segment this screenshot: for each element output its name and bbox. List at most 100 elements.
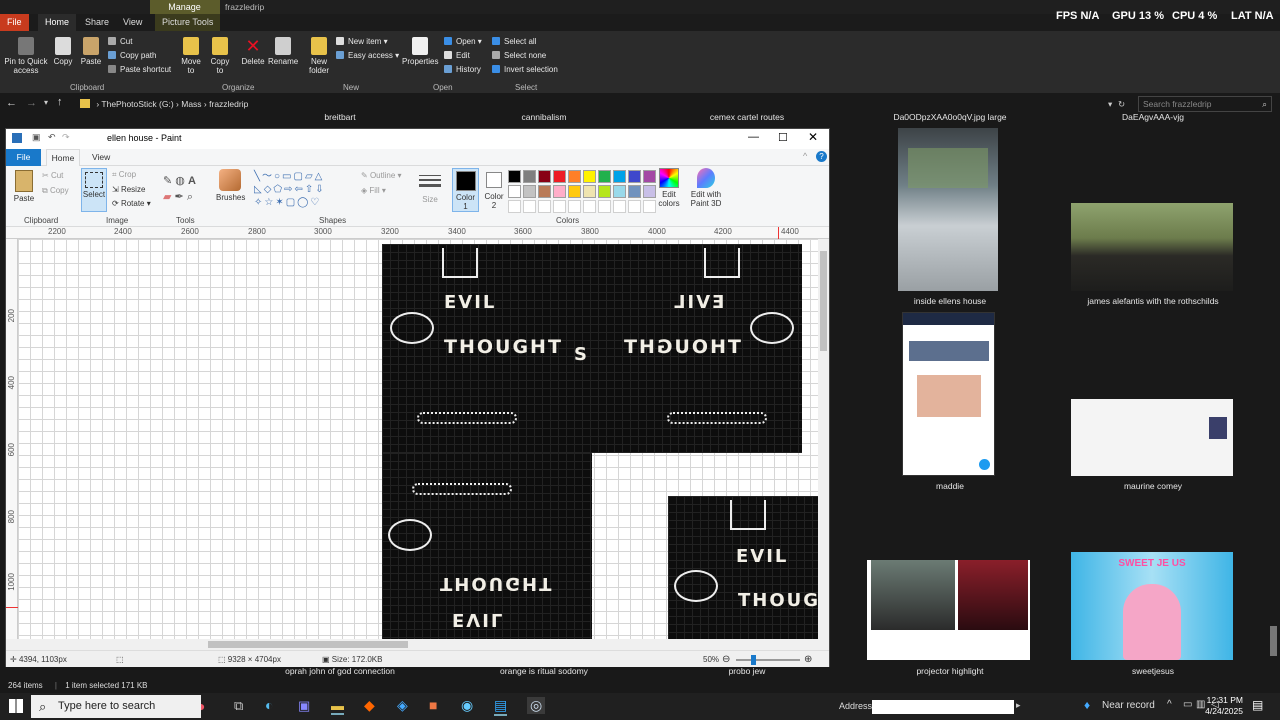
breadcrumb[interactable]: › ThePhotoStick (G:) › Mass › frazzledri… <box>80 96 1128 112</box>
palette-swatch[interactable] <box>568 170 581 183</box>
tab-picture-tools[interactable]: Picture Tools <box>155 14 221 31</box>
tray-chevron-icon[interactable]: ^ <box>1167 699 1172 710</box>
paint-taskbar-icon[interactable]: ▤ <box>494 697 508 716</box>
pinned-app-icon[interactable]: ■ <box>429 697 437 713</box>
brushes-button[interactable]: Brushes <box>216 169 245 202</box>
palette-swatch[interactable] <box>598 170 611 183</box>
invert-selection-button[interactable]: Invert selection <box>492 65 558 75</box>
palette-custom-swatch[interactable] <box>598 200 611 213</box>
palette-custom-swatch[interactable] <box>628 200 641 213</box>
redo-icon[interactable]: ↷ <box>62 132 70 143</box>
refresh-icon[interactable]: ↻ <box>1118 96 1125 112</box>
size-button[interactable]: Size <box>416 169 444 204</box>
rename-button[interactable]: Rename <box>268 37 298 66</box>
paint-paste-button[interactable]: Paste <box>12 170 36 203</box>
paint-tab-file[interactable]: File <box>6 149 41 166</box>
file-view-scrollbar[interactable] <box>1270 118 1277 678</box>
fill-bucket-icon[interactable]: ◍ <box>175 175 185 187</box>
forward-arrow-icon[interactable]: → <box>26 97 37 109</box>
tab-share[interactable]: Share <box>78 14 116 31</box>
file-label[interactable]: inside ellens house <box>850 296 1050 306</box>
minimize-icon[interactable]: — <box>748 131 759 143</box>
palette-swatch[interactable] <box>628 185 641 198</box>
palette-custom-swatch[interactable] <box>583 200 596 213</box>
palette-swatch[interactable] <box>628 170 641 183</box>
thumbnail-sweetjesus[interactable]: SWEET JE US <box>1071 552 1233 660</box>
palette-swatch[interactable] <box>613 185 626 198</box>
vertical-scrollbar[interactable] <box>818 239 829 639</box>
color1-button[interactable]: Color 1 <box>452 168 479 212</box>
back-arrow-icon[interactable]: ← <box>6 97 17 109</box>
fill-button[interactable]: ◈ Fill ▾ <box>361 186 386 195</box>
file-label[interactable]: oprah john of god connection <box>240 666 440 676</box>
file-view-scroll-thumb[interactable] <box>1270 626 1277 656</box>
file-label[interactable]: sweetjesus <box>1053 666 1253 676</box>
palette-custom-swatch[interactable] <box>643 200 656 213</box>
zoom-slider-thumb[interactable] <box>751 655 756 665</box>
active-app-icon[interactable]: ◎ <box>527 697 546 714</box>
select-all-button[interactable]: Select all <box>492 37 536 47</box>
pin-quick-access-button[interactable]: Pin to Quick access <box>4 37 48 75</box>
palette-swatch[interactable] <box>538 170 551 183</box>
file-label[interactable]: maurine comey <box>1053 481 1253 491</box>
palette-custom-swatch[interactable] <box>613 200 626 213</box>
tab-home[interactable]: Home <box>38 14 77 31</box>
palette-swatch[interactable] <box>583 170 596 183</box>
file-label[interactable]: cemex cartel routes <box>647 112 847 122</box>
edit-button[interactable]: Edit <box>444 51 470 61</box>
shapes-gallery[interactable]: ╲〜○▭▢▱△ ◺◇⬠⇨⇦⇧⇩ ✧☆✶▢◯♡ <box>254 170 354 210</box>
tab-file[interactable]: File <box>0 14 29 31</box>
edge-icon[interactable]: ◐ <box>265 697 273 713</box>
edit-paint3d-button[interactable]: Edit with Paint 3D <box>689 168 723 208</box>
palette-custom-swatch[interactable] <box>553 200 566 213</box>
taskbar-search[interactable]: ⌕ Type here to search <box>31 695 201 718</box>
breadcrumb-frazzledrip[interactable]: frazzledrip <box>209 99 248 109</box>
palette-swatch[interactable] <box>508 170 521 183</box>
tab-manage[interactable]: Manage <box>152 0 217 14</box>
thumbnail-ellens-house[interactable] <box>898 128 998 291</box>
file-label[interactable]: Da0ODpzXAA0o0qV.jpg large <box>850 112 1050 122</box>
paint-tab-home[interactable]: Home <box>46 149 80 167</box>
palette-swatch[interactable] <box>643 185 656 198</box>
file-label[interactable]: DaEAgvAAA-vjg <box>1053 112 1253 122</box>
move-to-button[interactable]: Move to <box>178 37 204 75</box>
resize-button[interactable]: ⇲ Resize <box>112 185 145 194</box>
undo-icon[interactable]: ↶ <box>48 132 56 143</box>
thumbnail-projector[interactable] <box>867 560 1030 660</box>
keyboard-icon[interactable]: ▭ <box>1183 699 1192 710</box>
new-folder-button[interactable]: New folder <box>305 37 333 75</box>
palette-swatch[interactable] <box>568 185 581 198</box>
pencil-icon[interactable]: ✎ <box>163 175 172 187</box>
task-view-icon[interactable]: ⧉ <box>234 698 243 714</box>
edit-colors-button[interactable]: Edit colors <box>656 168 682 208</box>
notification-icon[interactable]: ▤ <box>1252 698 1263 712</box>
palette-swatch[interactable] <box>613 170 626 183</box>
brave-icon[interactable]: ◆ <box>364 697 375 714</box>
paste-shortcut-button[interactable]: Paste shortcut <box>108 65 171 75</box>
windows-start-icon[interactable] <box>9 699 23 713</box>
up-arrow-icon[interactable]: ↑ <box>57 96 63 108</box>
save-icon[interactable]: ▣ <box>32 132 41 143</box>
magnifier-icon[interactable]: ⌕ <box>187 191 193 203</box>
copy-path-button[interactable]: Copy path <box>108 51 156 61</box>
address-go-icon[interactable]: ▸ <box>1016 700 1021 711</box>
select-none-button[interactable]: Select none <box>492 51 546 61</box>
open-button[interactable]: Open ▾ <box>444 37 482 47</box>
palette-swatch[interactable] <box>523 185 536 198</box>
steam-icon[interactable]: ◉ <box>461 697 473 714</box>
thumbnail-maddie[interactable] <box>902 312 995 476</box>
file-label[interactable]: projector highlight <box>850 666 1050 676</box>
crop-button[interactable]: ⌗ Crop <box>112 170 136 179</box>
file-label[interactable]: probo jew <box>647 666 847 676</box>
eraser-icon[interactable]: ▰ <box>163 191 171 203</box>
file-label[interactable]: cannibalism <box>444 112 644 122</box>
color2-button[interactable]: Color 2 <box>482 168 506 210</box>
maximize-icon[interactable]: ☐ <box>778 131 788 144</box>
rotate-button[interactable]: ⟳ Rotate ▾ <box>112 199 151 208</box>
zoom-slider[interactable] <box>736 659 800 661</box>
copy-to-button[interactable]: Copy to <box>207 37 233 75</box>
palette-custom-swatch[interactable] <box>523 200 536 213</box>
palette-swatch[interactable] <box>538 185 551 198</box>
palette-custom-swatch[interactable] <box>568 200 581 213</box>
help-icon[interactable]: ? <box>816 151 827 162</box>
